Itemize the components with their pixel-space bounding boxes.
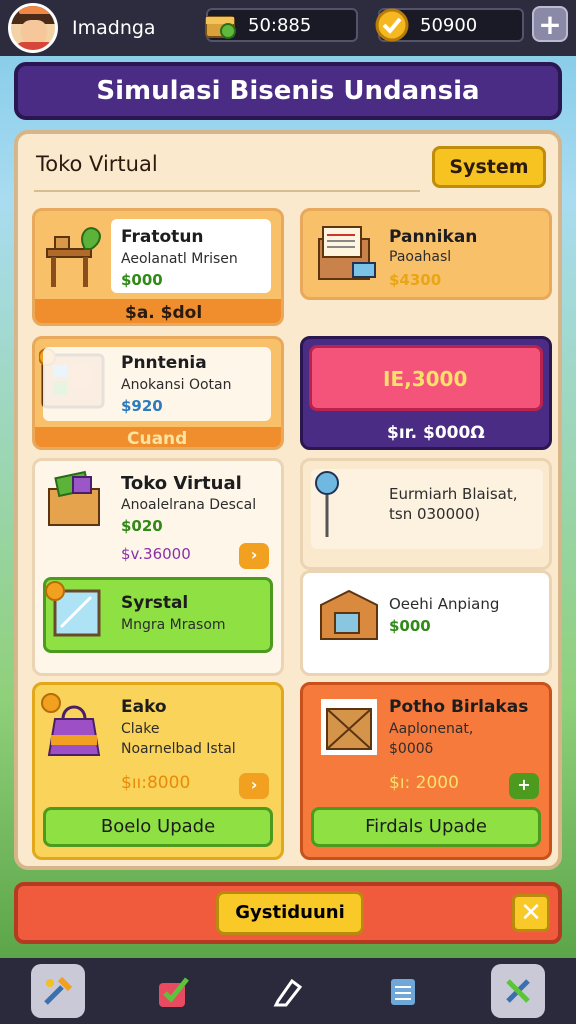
card-footer: $a. $dol xyxy=(125,303,203,323)
nav-settings-button[interactable] xyxy=(491,964,546,1018)
player-name: Imadnga xyxy=(72,17,156,39)
card-title: Oeehi Anpiang xyxy=(389,595,500,613)
shop-card-oeehi[interactable]: Oeehi Anpiang $000 xyxy=(300,570,552,676)
close-button[interactable]: ✕ xyxy=(512,894,550,932)
book-stand-icon xyxy=(318,226,376,280)
card-big-value: IE,3000 xyxy=(383,367,468,391)
system-button[interactable]: System xyxy=(432,146,546,188)
crate-icon xyxy=(321,699,377,755)
shop-card-potho[interactable]: Potho Birlakas Aaplonenat, $000δ $ı: 200… xyxy=(300,682,552,860)
arrow-right-button[interactable]: › xyxy=(239,543,269,569)
card-value: $ıı:8000 xyxy=(121,773,191,793)
close-icon: ✕ xyxy=(520,898,542,928)
card-subtitle-2: Noarnelbad Istal xyxy=(121,741,236,757)
divider xyxy=(34,190,420,192)
card-subtitle: Anokansi Ootan xyxy=(121,377,232,393)
pen-icon xyxy=(273,978,303,1007)
card-price: $000 xyxy=(121,271,163,289)
panel-title: Toko Virtual xyxy=(36,152,158,176)
nav-list-button[interactable] xyxy=(376,964,430,1018)
card-subtitle: Aeolanatl Mrisen xyxy=(121,251,238,267)
card-title: Potho Birlakas xyxy=(389,697,529,717)
handbag-icon xyxy=(41,693,101,756)
card-title: Pnntenia xyxy=(121,353,207,373)
card-subtitle: Mngra Mrasom xyxy=(121,617,226,633)
page-title: Simulasi Bisenis Undansia xyxy=(14,62,562,120)
pin-icon xyxy=(315,471,339,537)
box-stall-icon xyxy=(320,589,378,640)
card-value: $v.36000 xyxy=(121,545,191,563)
currency-1-display: 50:885 xyxy=(205,8,358,42)
card-title: Pannikan xyxy=(389,227,478,247)
currency-2-display: 50900 xyxy=(375,8,524,42)
card-footer: $ır. $000Ω xyxy=(387,423,485,443)
check-gift-icon xyxy=(158,977,189,1007)
avatar[interactable] xyxy=(8,3,58,53)
card-title: Eako xyxy=(121,697,167,717)
card-value: $ı: 2000 xyxy=(389,773,459,793)
card-title: Toko Virtual xyxy=(121,473,242,494)
list-icon xyxy=(391,979,416,1005)
card-line-1: Eurmiarh Blaisat, xyxy=(389,485,518,503)
card-line-2: tsn 030000) xyxy=(389,505,481,523)
card-price: $020 xyxy=(121,517,163,535)
shop-card-eurmiarh[interactable]: Eurmiarh Blaisat, tsn 030000) xyxy=(300,458,552,570)
card-price: $000δ xyxy=(389,741,434,757)
arrow-right-icon: › xyxy=(250,545,258,564)
upgrade-button[interactable]: Boelo Upade xyxy=(43,807,273,847)
add-button[interactable]: + xyxy=(509,773,539,799)
arrow-right-icon: › xyxy=(250,775,258,794)
arrow-button[interactable]: › xyxy=(239,773,269,799)
shop-card-fratotun[interactable]: Fratotun Aeolanatl Mrisen $000 $a. $dol xyxy=(32,208,284,326)
shop-card-pannikan[interactable]: Pannikan Paoahasl $4300 xyxy=(300,208,552,300)
nav-gift-button[interactable] xyxy=(146,964,200,1018)
card-subtitle: Clake xyxy=(121,721,160,737)
currency-1-value: 50:885 xyxy=(248,14,312,36)
card-footer: Cuand xyxy=(127,429,188,449)
card-title: Fratotun xyxy=(121,227,204,247)
upgrade-button[interactable]: Firdals Upade xyxy=(311,807,541,847)
plus-icon: + xyxy=(517,775,531,794)
card-title: Syrstal xyxy=(121,593,189,613)
coin-chest-icon xyxy=(205,16,236,39)
shop-card-pnntenia[interactable]: Pnntenia Anokansi Ootan $920 Cuand xyxy=(32,336,284,450)
card-subtitle: Aaplonenat, xyxy=(389,721,474,737)
card-price: $4300 xyxy=(389,271,442,289)
card-subtitle: Anoalelrana Descal xyxy=(121,497,257,513)
card-subtitle: Paoahasl xyxy=(389,249,452,265)
tools-icon xyxy=(43,976,72,1005)
card-price: $920 xyxy=(121,397,163,415)
shop-card-toko-virtual[interactable]: Toko Virtual Anoalelrana Descal $020 $v.… xyxy=(32,458,284,676)
wrench-icon xyxy=(506,979,531,1003)
nav-edit-button[interactable] xyxy=(261,964,315,1018)
basket-icon xyxy=(48,470,100,526)
nav-tools-button[interactable] xyxy=(30,964,85,1018)
shop-card-value[interactable]: IE,3000 $ır. $000Ω xyxy=(300,336,552,450)
currency-2-value: 50900 xyxy=(420,14,478,36)
card-price: $000 xyxy=(389,617,431,635)
shop-card-eako[interactable]: Eako Clake Noarnelbad Istal $ıı:8000 › B… xyxy=(32,682,284,860)
glass-pane-icon xyxy=(45,581,101,637)
desk-plant-icon xyxy=(46,227,101,287)
bottom-action-button[interactable]: Gystiduuni xyxy=(216,891,364,935)
bottom-nav xyxy=(0,958,576,1024)
bottom-action-bar: Gystiduuni ✕ xyxy=(14,882,562,944)
plus-icon: + xyxy=(538,8,562,41)
gold-check-coin-icon xyxy=(375,8,409,42)
shop-panel: Toko Virtual System Fratotun Aeolanatl M… xyxy=(14,130,562,870)
add-currency-button[interactable]: + xyxy=(532,6,568,42)
